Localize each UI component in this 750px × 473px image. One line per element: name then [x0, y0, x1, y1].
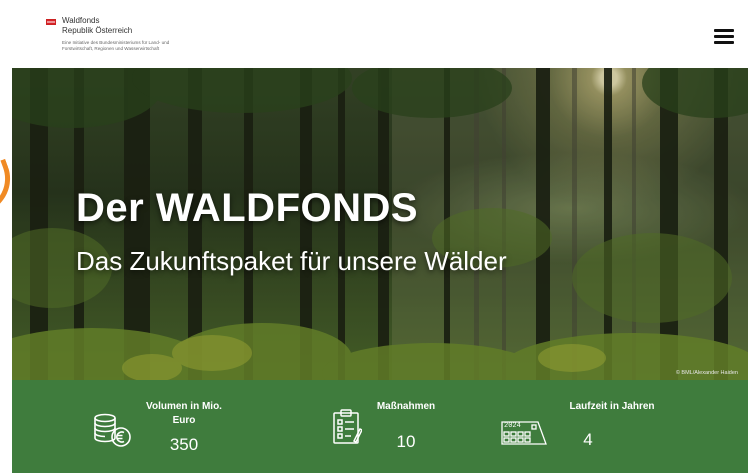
- site-header: Waldfonds Republik Österreich Eine Initi…: [12, 10, 748, 68]
- calendar-icon: 2024: [500, 420, 548, 446]
- clipboard-checklist-icon: [333, 409, 362, 444]
- calendar-year-text: 2024: [504, 422, 521, 430]
- coins-euro-icon: [94, 413, 131, 447]
- photo-credit: © BML/Alexander Haiden: [675, 370, 738, 376]
- stat-duration-value: 4: [583, 430, 593, 449]
- hero-banner: Der WALDFONDS Das Zukunftspaket für unse…: [12, 68, 748, 380]
- stat-volume-value: 350: [169, 435, 199, 454]
- hamburger-icon[interactable]: [714, 29, 734, 45]
- stat-measures-value: 10: [396, 432, 416, 451]
- stat-duration-label: Laufzeit in Jahren: [569, 401, 655, 412]
- stat-measures-label: Maßnahmen: [376, 401, 436, 412]
- austria-flag-icon: [46, 19, 56, 25]
- logo-title: Waldfonds: [62, 16, 100, 25]
- hero-title: Der WALDFONDS: [76, 186, 419, 230]
- page-frame: Waldfonds Republik Österreich Eine Initi…: [12, 10, 748, 473]
- menu-bar: [714, 29, 734, 32]
- hero-subtitle: Das Zukunftspaket für unsere Wälder: [76, 246, 507, 276]
- logo-subtitle: Eine Initiative des Bundesministeriums f…: [62, 40, 170, 51]
- menu-bar: [714, 41, 734, 44]
- stats-bar: Volumen in Mio. Euro 350 Maßnahmen 10 20…: [12, 380, 748, 473]
- stat-volume-label: Volumen in Mio. Euro: [146, 401, 222, 426]
- menu-bar: [714, 35, 734, 38]
- logo-country: Republik Österreich: [62, 26, 133, 35]
